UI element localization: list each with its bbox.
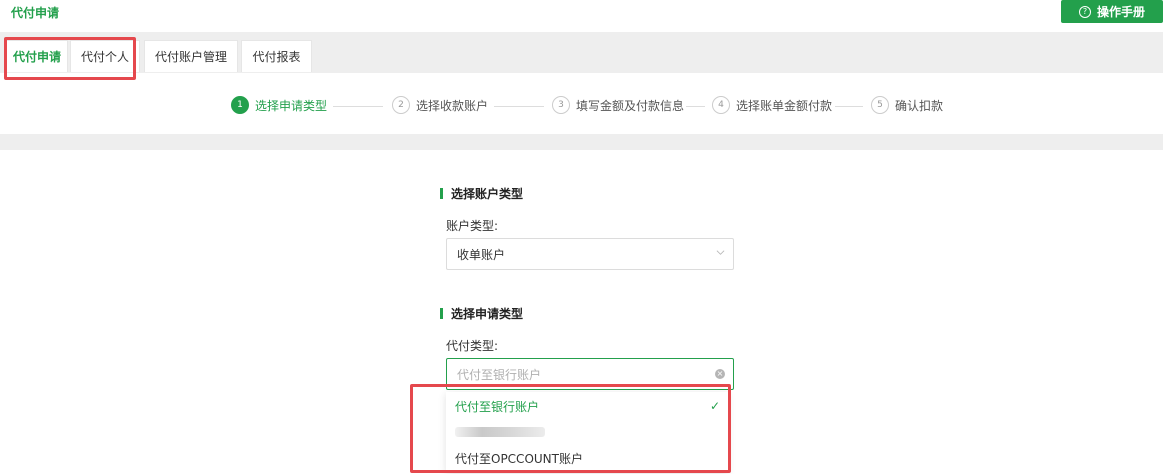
dropdown-highlight-box xyxy=(410,384,731,473)
step-connector xyxy=(686,106,705,107)
manual-button-label: 操作手册 xyxy=(1096,5,1145,19)
account-type-select[interactable]: 收单账户 xyxy=(446,238,734,270)
account-type-value: 收单账户 xyxy=(457,247,506,262)
section-marker xyxy=(440,308,443,319)
section-divider xyxy=(0,134,1163,150)
step-connector xyxy=(333,106,383,107)
manual-button[interactable]: ? 操作手册 xyxy=(1061,0,1163,23)
payment-type-placeholder: 代付至银行账户 xyxy=(457,367,542,382)
step-label: 选择申请类型 xyxy=(255,98,328,113)
step-number: 5 xyxy=(871,96,889,114)
clear-icon[interactable]: × xyxy=(715,369,725,379)
step-label: 确认扣款 xyxy=(895,98,944,113)
step-4: 4 选择账单金额付款 xyxy=(712,96,832,114)
page-title: 代付申请 xyxy=(11,6,60,20)
tab-report[interactable]: 代付报表 xyxy=(241,40,312,72)
step-5: 5 确认扣款 xyxy=(871,96,943,114)
tab-account-management[interactable]: 代付账户管理 xyxy=(144,40,238,72)
step-number: 1 xyxy=(231,96,249,114)
payment-type-label: 代付类型: xyxy=(446,339,499,353)
step-1: 1 选择申请类型 xyxy=(231,96,327,114)
stepper: 1 选择申请类型 2 选择收款账户 3 填写金额及付款信息 4 选择账单金额付款… xyxy=(0,96,1163,118)
step-label: 选择账单金额付款 xyxy=(736,98,833,113)
step-number: 4 xyxy=(712,96,730,114)
step-label: 选择收款账户 xyxy=(416,98,489,113)
step-2: 2 选择收款账户 xyxy=(392,96,488,114)
step-3: 3 填写金额及付款信息 xyxy=(552,96,684,114)
question-circle-icon: ? xyxy=(1078,5,1091,18)
account-section-title: 选择账户类型 xyxy=(440,185,523,202)
step-number: 2 xyxy=(392,96,410,114)
tab-highlight-box xyxy=(4,37,136,80)
step-connector xyxy=(835,106,863,107)
account-type-label: 账户类型: xyxy=(446,219,499,233)
step-label: 填写金额及付款信息 xyxy=(576,98,685,113)
step-number: 3 xyxy=(552,96,570,114)
apply-section-title: 选择申请类型 xyxy=(440,305,523,322)
chevron-down-icon xyxy=(716,250,725,255)
section-marker xyxy=(440,188,443,199)
step-connector xyxy=(494,106,544,107)
